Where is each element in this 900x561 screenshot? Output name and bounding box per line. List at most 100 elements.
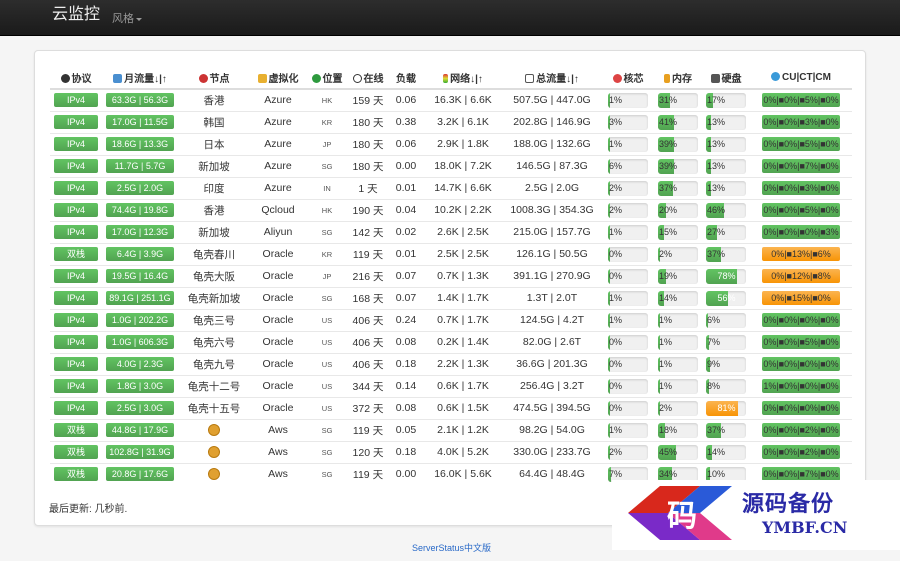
node-name: 龟壳春川	[193, 248, 235, 261]
table-row[interactable]: 双栈 102.8G | 31.9G Aws SG 120 天 0.18 4.0K | 5.2…	[50, 440, 852, 463]
virtualization-value: Azure	[250, 176, 306, 199]
network-value: 1.4K | 1.7K	[424, 286, 502, 309]
col-cu-ct-cm: CU|CT|CM	[750, 67, 852, 90]
network-value: 4.0K | 5.2K	[424, 440, 502, 463]
location-code: US	[306, 374, 348, 397]
total-traffic-value: 146.5G | 87.3G	[502, 154, 602, 177]
uptime-value: 142 天	[348, 220, 388, 243]
disk-value: 37%	[707, 248, 726, 259]
virtualization-value: Oracle	[250, 242, 306, 265]
cpu-value: 1%	[609, 314, 623, 325]
cu-ct-cm-badge: 0%|■0%|■0%|■3%	[762, 225, 840, 239]
traffic-light-icon	[443, 74, 449, 83]
mem-value: 37%	[659, 182, 678, 193]
cpu-value: 1%	[609, 226, 623, 237]
mem-progress: 1%	[658, 356, 698, 372]
disk-value: 37%	[707, 424, 726, 435]
disk-value: 81%	[717, 402, 736, 413]
disk-value: 17%	[707, 94, 726, 105]
total-traffic-value: 82.0G | 2.6T	[502, 330, 602, 353]
table-row[interactable]: IPv4 19.5G | 16.4G 龟壳大阪 Oracle JP 216 天 0.07 0.…	[50, 264, 852, 287]
table-row[interactable]: IPv4 89.1G | 251.1G 龟壳新加坡 Oracle SG 168 天 0.07…	[50, 286, 852, 309]
total-traffic-value: 36.6G | 201.3G	[502, 352, 602, 375]
location-code: JP	[306, 264, 348, 287]
table-row[interactable]: IPv4 74.4G | 19.8G 香港 Qcloud HK 190 天 0.04 10.2…	[50, 198, 852, 221]
caret-down-icon	[136, 17, 142, 21]
last-updated: 最后更新: 几秒前.	[49, 504, 128, 515]
uptime-value: 216 天	[348, 264, 388, 287]
table-row[interactable]: IPv4 1.0G | 606.3G 龟壳六号 Oracle US 406 天 0.08 0.…	[50, 330, 852, 353]
table-row[interactable]: 双栈 44.8G | 17.9G Aws SG 119 天 0.05 2.1K | 1.2K…	[50, 418, 852, 441]
load-value: 0.14	[388, 374, 424, 397]
disk-progress: 7%	[706, 334, 746, 350]
mem-value: 2%	[659, 402, 673, 413]
protocol-badge: 双栈	[54, 445, 98, 459]
table-row[interactable]: IPv4 18.6G | 13.3G 日本 Azure JP 180 天 0.06 2.9K …	[50, 132, 852, 155]
node-name: 龟壳三号	[193, 314, 235, 327]
monthly-traffic-badge: 1.0G | 606.3G	[106, 335, 174, 349]
table-row[interactable]: IPv4 2.5G | 2.0G 印度 Azure IN 1 天 0.01 14.7K | 6…	[50, 176, 852, 199]
mem-value: 19%	[659, 270, 678, 281]
protocol-badge: IPv4	[54, 357, 98, 371]
table-row[interactable]: IPv4 1.8G | 3.0G 龟壳十二号 Oracle US 344 天 0.14 0.6…	[50, 374, 852, 397]
table-row[interactable]: IPv4 4.0G | 2.3G 龟壳九号 Oracle US 406 天 0.18 2.2K…	[50, 352, 852, 375]
location-code: IN	[306, 176, 348, 199]
network-value: 2.5K | 2.5K	[424, 242, 502, 265]
table-row[interactable]: IPv4 1.0G | 202.2G 龟壳三号 Oracle US 406 天 0.24 0.…	[50, 308, 852, 331]
load-value: 0.06	[388, 88, 424, 111]
table-header-row: 协议 月流量↓|↑ 节点 虚拟化 位置 在线 负载 网络↓|↑ 总流量↓|↑ 核…	[50, 67, 852, 90]
table-row[interactable]: IPv4 17.0G | 11.5G 韩国 Azure KR 180 天 0.38 3.2K …	[50, 110, 852, 133]
table-row[interactable]: IPv4 2.5G | 3.0G 龟壳十五号 Oracle US 372 天 0.08 0.6…	[50, 396, 852, 419]
node-name: 日本	[203, 138, 225, 151]
location-code: US	[306, 396, 348, 419]
load-value: 0.38	[388, 110, 424, 133]
virtualization-value: Oracle	[250, 330, 306, 353]
col-monthly-traffic[interactable]: 月流量↓|↑	[102, 67, 178, 90]
col-location: 位置	[306, 67, 348, 90]
location-code: US	[306, 352, 348, 375]
mem-progress: 18%	[658, 422, 698, 438]
protocol-badge: IPv4	[54, 203, 98, 217]
location-code: HK	[306, 198, 348, 221]
load-value: 0.04	[388, 198, 424, 221]
location-code: SG	[306, 154, 348, 177]
cpu-value: 7%	[609, 468, 623, 479]
mem-progress: 1%	[658, 334, 698, 350]
disk-value: 9%	[707, 358, 721, 369]
tag-icon	[60, 74, 70, 83]
cpu-progress: 0%	[608, 378, 648, 394]
table-row[interactable]: 双栈 6.4G | 3.9G 龟壳春川 Oracle KR 119 天 0.01 2.5K |…	[50, 242, 852, 265]
style-dropdown-label: 风格	[112, 13, 134, 25]
node-name: 龟壳六号	[193, 336, 235, 349]
clock-icon	[352, 74, 362, 83]
cu-ct-cm-badge: 0%|■0%|■2%|■0%	[762, 423, 840, 437]
col-virtualization: 虚拟化	[250, 67, 306, 90]
total-traffic-value: 64.4G | 48.4G	[502, 462, 602, 485]
cpu-progress: 0%	[608, 356, 648, 372]
cu-ct-cm-badge: 0%|■0%|■0%|■0%	[762, 401, 840, 415]
cu-ct-cm-badge: 0%|■12%|■8%	[762, 269, 840, 283]
cpu-value: 2%	[609, 204, 623, 215]
table-row[interactable]: IPv4 17.0G | 12.3G 新加坡 Aliyun SG 142 天 0.02 2.6…	[50, 220, 852, 243]
virtualization-value: Aws	[250, 462, 306, 485]
mem-progress: 39%	[658, 158, 698, 174]
footer-link[interactable]: ServerStatus中文版	[412, 541, 491, 554]
disk-progress: 13%	[706, 136, 746, 152]
cpu-progress: 0%	[608, 268, 648, 284]
disk-progress: 37%	[706, 422, 746, 438]
total-traffic-value: 188.0G | 132.6G	[502, 132, 602, 155]
node-name: 韩国	[203, 116, 225, 129]
load-value: 0.18	[388, 440, 424, 463]
monthly-traffic-badge: 18.6G | 13.3G	[106, 137, 174, 151]
style-dropdown[interactable]: 风格	[112, 10, 142, 26]
col-network[interactable]: 网络↓|↑	[424, 67, 502, 90]
node-name: 龟壳九号	[193, 358, 235, 371]
table-row[interactable]: IPv4 11.7G | 5.7G 新加坡 Azure SG 180 天 0.00 18.0K…	[50, 154, 852, 177]
brand-title[interactable]: 云监控	[52, 6, 100, 24]
table-row[interactable]: IPv4 63.3G | 56.3G 香港 Azure HK 159 天 0.06 16.3K…	[50, 88, 852, 111]
network-value: 2.1K | 1.2K	[424, 418, 502, 441]
mem-value: 1%	[659, 380, 673, 391]
col-total-traffic[interactable]: 总流量↓|↑	[502, 67, 602, 90]
col-memory: 内存	[654, 67, 702, 90]
uptime-value: 119 天	[348, 418, 388, 441]
